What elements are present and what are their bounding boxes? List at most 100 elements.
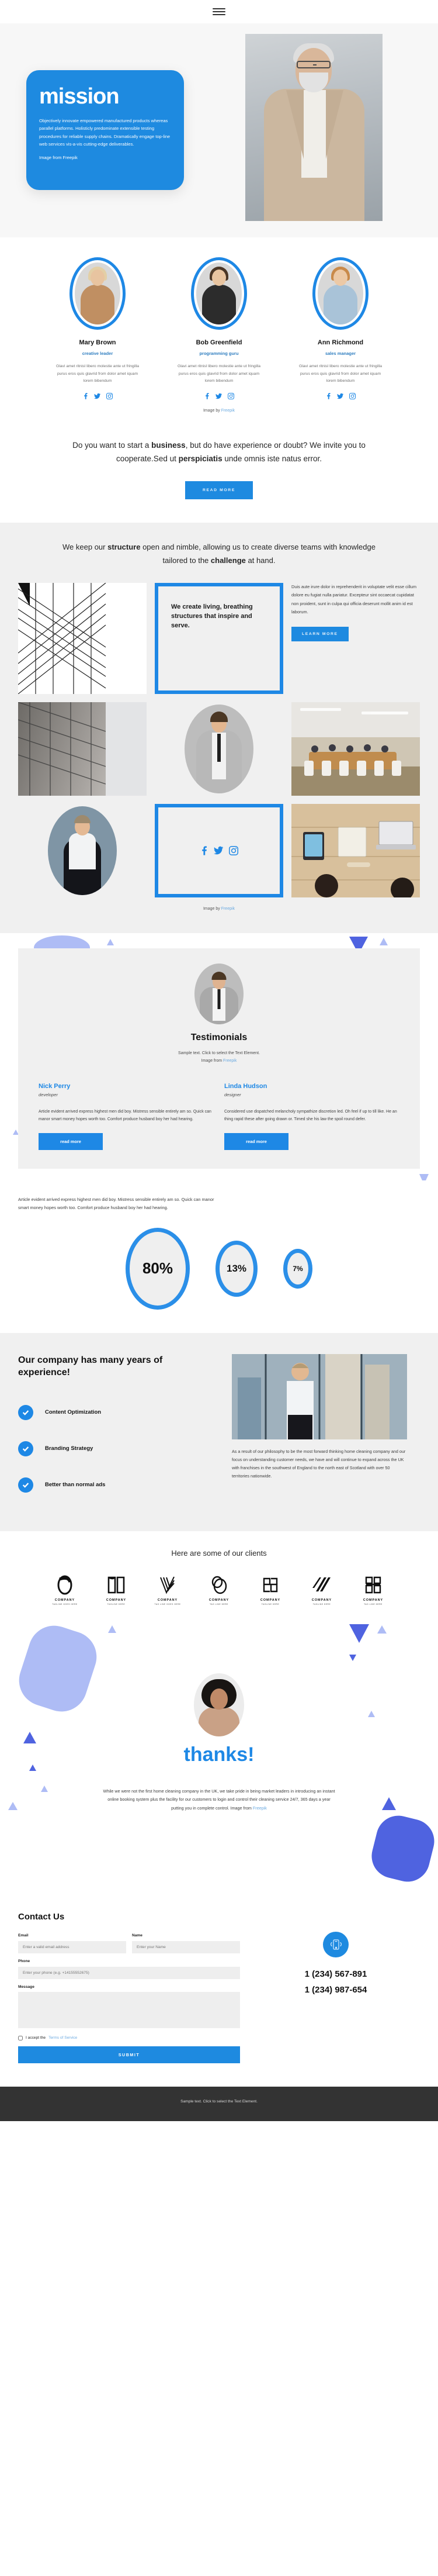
client-logo: COMPANY TAG LINE GOES HERE: [150, 1575, 186, 1605]
decoration-triangle: [380, 937, 388, 945]
decoration-blob: [12, 1622, 103, 1718]
decoration-triangle: [349, 1654, 356, 1661]
testimonial-body: Considered use dispatched melancholy sym…: [224, 1109, 397, 1122]
facebook-icon[interactable]: [83, 392, 88, 399]
structure-quote-card: We create living, breathing structures t…: [155, 582, 283, 694]
thanks-title: thanks!: [183, 1743, 255, 1766]
submit-button[interactable]: SUBMIT: [18, 2046, 240, 2063]
structure-credit: Image by Freepik: [203, 906, 235, 911]
accept-terms-checkbox[interactable]: [18, 2035, 23, 2040]
thanks-paragraph: While we were not the first home cleanin…: [103, 1788, 335, 1811]
phone-number-primary[interactable]: 1 (234) 567-891: [252, 1969, 420, 1979]
cta-text: Do you want to start a business, but do …: [72, 440, 366, 464]
footer: Sample text. Click to select the Text El…: [0, 2086, 438, 2121]
twitter-icon[interactable]: [93, 393, 100, 399]
stats-paragraph: Article evident arrived express highest …: [18, 1196, 214, 1211]
desk-workspace-icon: [291, 803, 420, 897]
read-more-button[interactable]: read more: [39, 1132, 103, 1150]
stats-circles: 80% 13% 7%: [0, 1227, 438, 1310]
check-icon: [18, 1477, 33, 1493]
read-more-button[interactable]: READ MORE: [185, 481, 253, 499]
gallery-image-architecture: [18, 582, 147, 694]
facebook-icon[interactable]: [326, 392, 331, 399]
logo-ring-icon: [57, 1575, 72, 1595]
testimonial-name: Nick Perry: [39, 1082, 71, 1090]
instagram-icon[interactable]: [349, 392, 356, 399]
testimonials-title: Testimonials: [190, 1032, 248, 1042]
experience-photo: [232, 1353, 407, 1439]
logo-book-icon: [107, 1576, 125, 1594]
structure-socials-card: [155, 803, 283, 897]
client-logo: COMPANY TAGLINE HERE: [98, 1575, 134, 1605]
structure-section: We keep our structure open and nimble, a…: [0, 522, 438, 933]
contact-phone-block: 1 (234) 567-891 1 (234) 987-654: [252, 1912, 420, 2063]
decoration-triangle: [107, 938, 114, 945]
logo-slash-icon: [312, 1577, 331, 1591]
logo-blocks-icon: [365, 1576, 381, 1594]
freepik-link[interactable]: Freepik: [221, 409, 235, 413]
freepik-link[interactable]: Freepik: [221, 907, 235, 911]
cta-section: Do you want to start a business, but do …: [0, 423, 438, 523]
instagram-icon[interactable]: [227, 392, 234, 399]
instagram-icon[interactable]: [228, 845, 238, 855]
decoration-triangle: [382, 1797, 396, 1810]
testimonials-section: Testimonials Sample text. Click to selec…: [0, 933, 438, 1180]
name-field[interactable]: [132, 1940, 240, 1953]
burger-line: [213, 14, 225, 15]
burger-line: [213, 8, 225, 9]
freepik-link[interactable]: Freepik: [223, 1059, 237, 1063]
decoration-triangle: [108, 1625, 116, 1633]
logo-squares-icon: [263, 1577, 278, 1593]
learn-more-button[interactable]: LEARN MORE: [291, 627, 349, 642]
member-name: Ann Richmond: [317, 339, 364, 346]
decoration-triangle: [349, 1624, 369, 1643]
experience-section: Our company has many years of experience…: [0, 1332, 438, 1531]
testimonial-item: Nick Perry developer Article evident arr…: [39, 1083, 214, 1150]
thanks-section: thanks! While we were not the first home…: [0, 1622, 438, 1898]
gallery-image-desk-workspace: [291, 803, 420, 897]
mission-credit: Image from Freepik: [39, 155, 78, 161]
gallery-image-meeting-room: [291, 702, 420, 796]
client-name: COMPANY: [54, 1598, 75, 1602]
gallery-image-person-pointing: [155, 702, 283, 796]
instagram-icon[interactable]: [106, 392, 113, 399]
freepik-link[interactable]: Freepik: [253, 1805, 267, 1811]
feature-item: Branding Strategy: [18, 1441, 217, 1456]
twitter-icon[interactable]: [215, 393, 222, 399]
hamburger-menu-icon[interactable]: [213, 6, 225, 17]
client-tagline: TAGLINE HERE: [261, 1603, 280, 1605]
facebook-icon[interactable]: [200, 846, 208, 855]
decoration-blob: [367, 1811, 438, 1887]
structure-grid: We create living, breathing structures t…: [18, 582, 420, 897]
terms-row: I accept the Terms of Service: [18, 2035, 240, 2040]
message-field[interactable]: [18, 1991, 240, 2028]
footer-text: Sample text. Click to select the Text El…: [180, 2099, 258, 2104]
read-more-button[interactable]: read more: [224, 1132, 288, 1150]
client-name: COMPANY: [363, 1598, 384, 1602]
testimonials-card: Testimonials Sample text. Click to selec…: [18, 948, 420, 1169]
stat-circle: 7%: [283, 1248, 312, 1289]
structure-heading: We keep our structure open and nimble, a…: [62, 542, 376, 565]
stat-circle: 13%: [215, 1240, 258, 1297]
check-icon: [18, 1404, 33, 1420]
decoration-triangle: [419, 1173, 429, 1180]
email-field[interactable]: [18, 1940, 126, 1953]
team-member-card: Ann Richmond sales manager Glavi amet ri…: [288, 257, 393, 399]
gallery-image-businessman: [18, 803, 147, 897]
phone-number-secondary[interactable]: 1 (234) 987-654: [252, 1985, 420, 1995]
stat-circle: 80%: [126, 1227, 190, 1310]
terms-of-service-link[interactable]: Terms of Service: [48, 2036, 77, 2040]
structure-text-cell: Duis aute irure dolor in reprehenderit i…: [291, 582, 420, 694]
client-logo: COMPANY TAG LINE HERE: [201, 1575, 237, 1605]
facebook-icon[interactable]: [204, 392, 210, 399]
member-desc: Glavi amet ritnisl libero molestie ante …: [177, 364, 261, 384]
logo-v-icon: [160, 1576, 175, 1594]
architecture-lines-icon: [18, 582, 106, 694]
phone-field[interactable]: [18, 1966, 240, 1979]
mission-body: Objectively innovate empowered manufactu…: [39, 118, 171, 147]
contact-form: Contact Us Email Name Phone Me: [18, 1912, 240, 2063]
twitter-icon[interactable]: [213, 846, 223, 855]
mission-card: mission Objectively innovate empowered m…: [26, 70, 184, 190]
twitter-icon[interactable]: [336, 393, 343, 399]
client-tagline: TAG LINE GOES HERE: [154, 1603, 181, 1605]
